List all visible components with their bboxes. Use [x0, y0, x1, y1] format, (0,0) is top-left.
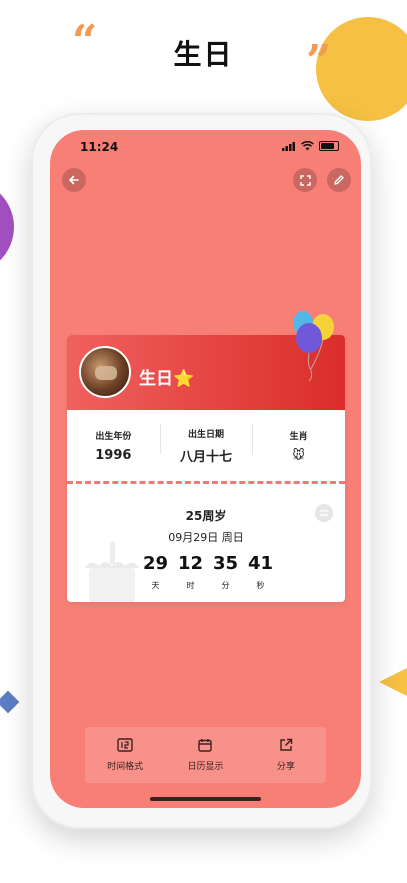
dashed-divider: [67, 481, 345, 484]
calendar-icon: [198, 739, 213, 752]
birth-date-value: 八月十七: [180, 449, 233, 465]
pencil-icon: [334, 175, 344, 185]
decorative-purple-circle: [0, 180, 14, 274]
age-title: 25周岁: [185, 509, 227, 523]
star-icon: ⭐: [173, 369, 195, 389]
rat-zodiac-icon: 🐭: [292, 448, 305, 462]
promo-heading: 生日: [173, 38, 234, 71]
birth-year-value: 1996: [95, 447, 132, 463]
promo-page: “ 生日 ” 11:24 生日⭐ 出生年份 1996 出生日期 八月十七 生肖 …: [0, 0, 407, 883]
event-title: 生日⭐: [139, 364, 194, 389]
birth-date-cell: 出生日期 八月十七: [159, 410, 253, 481]
days-block: 29 天: [143, 553, 168, 591]
share-button[interactable]: 分享: [246, 727, 326, 783]
time-format-button[interactable]: 时间格式: [85, 727, 165, 783]
home-indicator[interactable]: [150, 797, 261, 801]
hours-value: 12: [177, 553, 204, 574]
swap-icon: [319, 509, 329, 517]
days-unit: 天: [151, 581, 160, 590]
event-card[interactable]: 生日⭐ 出生年份 1996 出生日期 八月十七 生肖 🐭 25周岁 09月29日…: [67, 311, 345, 602]
signal-icon: [282, 141, 295, 151]
quote-close-mark: ”: [306, 36, 332, 87]
decorative-diamond: [0, 690, 20, 714]
countdown-numbers: 29 天 12 时 35 分 41 秒: [143, 553, 273, 591]
avatar: [79, 346, 131, 398]
arrow-left-icon: [69, 175, 79, 185]
share-icon: [280, 738, 293, 751]
calendar-display-button[interactable]: 日历显示: [165, 727, 245, 783]
share-label: 分享: [276, 762, 295, 772]
minutes-value: 35: [212, 553, 239, 574]
birth-info-row: 出生年份 1996 出生日期 八月十七 生肖 🐭: [67, 410, 345, 481]
birth-date-label: 出生日期: [188, 429, 225, 440]
status-time: 11:24: [80, 140, 119, 154]
cake-icon: [85, 541, 139, 602]
birth-year-cell: 出生年份 1996: [67, 410, 160, 481]
decorative-triangle: [379, 668, 407, 696]
status-bar: 11:24: [50, 130, 361, 164]
wifi-icon: [301, 141, 314, 151]
zodiac-label: 生肖: [289, 432, 308, 442]
fullscreen-icon: [299, 174, 311, 186]
hours-unit: 时: [186, 581, 195, 590]
edit-button[interactable]: [327, 168, 351, 192]
minutes-block: 35 分: [213, 553, 238, 591]
minutes-unit: 分: [221, 581, 230, 590]
event-title-text: 生日: [139, 369, 173, 389]
seconds-value: 41: [247, 553, 274, 574]
days-value: 29: [142, 553, 169, 574]
app-screen: 11:24 生日⭐ 出生年份 1996 出生日期 八月十七 生肖 🐭 25周岁 …: [50, 130, 361, 808]
calendar-display-label: 日历显示: [187, 762, 224, 772]
hours-block: 12 时: [178, 553, 203, 591]
fullscreen-button[interactable]: [293, 168, 317, 192]
seconds-unit: 秒: [256, 581, 265, 590]
status-icons: [282, 141, 339, 151]
bottom-toolbar: 时间格式 日历显示 分享: [85, 727, 326, 783]
switch-mode-icon[interactable]: [315, 504, 333, 522]
time-format-label: 时间格式: [107, 762, 144, 772]
back-button[interactable]: [62, 168, 86, 192]
time-format-icon: [117, 738, 133, 752]
birth-year-label: 出生年份: [95, 431, 132, 442]
zodiac-cell: 生肖 🐭: [252, 410, 345, 481]
battery-icon: [319, 141, 339, 151]
balloons-icon: [293, 311, 334, 381]
seconds-block: 41 秒: [248, 553, 273, 591]
